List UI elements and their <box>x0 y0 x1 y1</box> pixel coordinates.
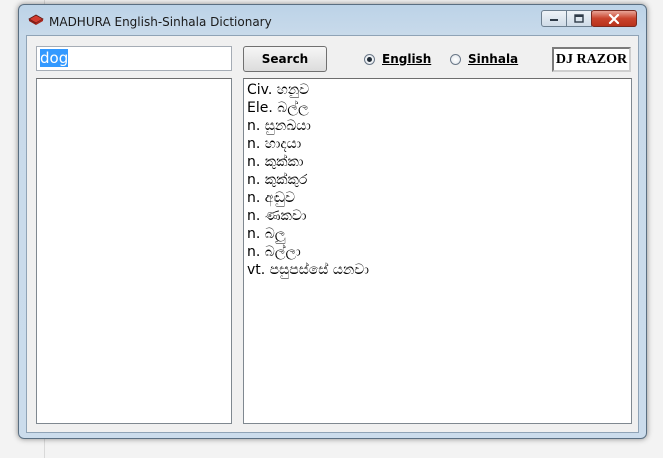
search-button[interactable]: Search <box>243 46 327 72</box>
search-input-text: dog <box>40 49 69 67</box>
result-item: n. හාදයා <box>247 136 302 152</box>
result-item: Civ. හනුව <box>247 82 310 98</box>
close-icon <box>608 13 620 24</box>
radio-sinhala-indicator[interactable] <box>450 53 461 65</box>
result-item: Ele. බල්ල <box>247 100 309 116</box>
results-panel[interactable]: Civ. හනුව Ele. බල්ල n. සුනඛයා n. හාදයා n… <box>243 78 632 424</box>
app-window: MADHURA English-Sinhala Dictionary dog S… <box>18 4 647 439</box>
search-input[interactable]: dog <box>36 46 232 71</box>
book-icon <box>28 14 44 25</box>
word-list-panel[interactable] <box>36 78 232 424</box>
radio-english-label: English <box>382 52 432 66</box>
radio-english-indicator[interactable] <box>364 53 375 65</box>
window-title: MADHURA English-Sinhala Dictionary <box>49 15 272 29</box>
radio-sinhala[interactable]: Sinhala <box>450 52 518 66</box>
minimize-button[interactable] <box>541 10 567 27</box>
minimize-icon <box>550 18 558 21</box>
radio-sinhala-label: Sinhala <box>468 52 519 66</box>
result-item: vt. පසුපස්සේ යනවා <box>247 262 369 278</box>
brand-label: DJ RAZOR <box>552 47 631 72</box>
radio-english[interactable]: English <box>364 52 431 66</box>
title-bar[interactable]: MADHURA English-Sinhala Dictionary <box>19 5 646 35</box>
client-area: dog Search English Sinhala DJ RAZOR Civ.… <box>26 35 639 433</box>
result-item: n. සුනඛයා <box>247 118 311 134</box>
close-button[interactable] <box>591 10 637 27</box>
result-item: n. අඬුව <box>247 190 296 206</box>
result-item: n. බලු <box>247 226 286 242</box>
result-item: n. කුක්කුර <box>247 172 308 188</box>
maximize-button[interactable] <box>566 10 592 27</box>
result-item: n. කුක්කා <box>247 154 304 170</box>
result-item: n. බල්ලා <box>247 244 301 260</box>
result-item: n. ණකවා <box>247 208 307 224</box>
maximize-icon <box>574 14 584 23</box>
